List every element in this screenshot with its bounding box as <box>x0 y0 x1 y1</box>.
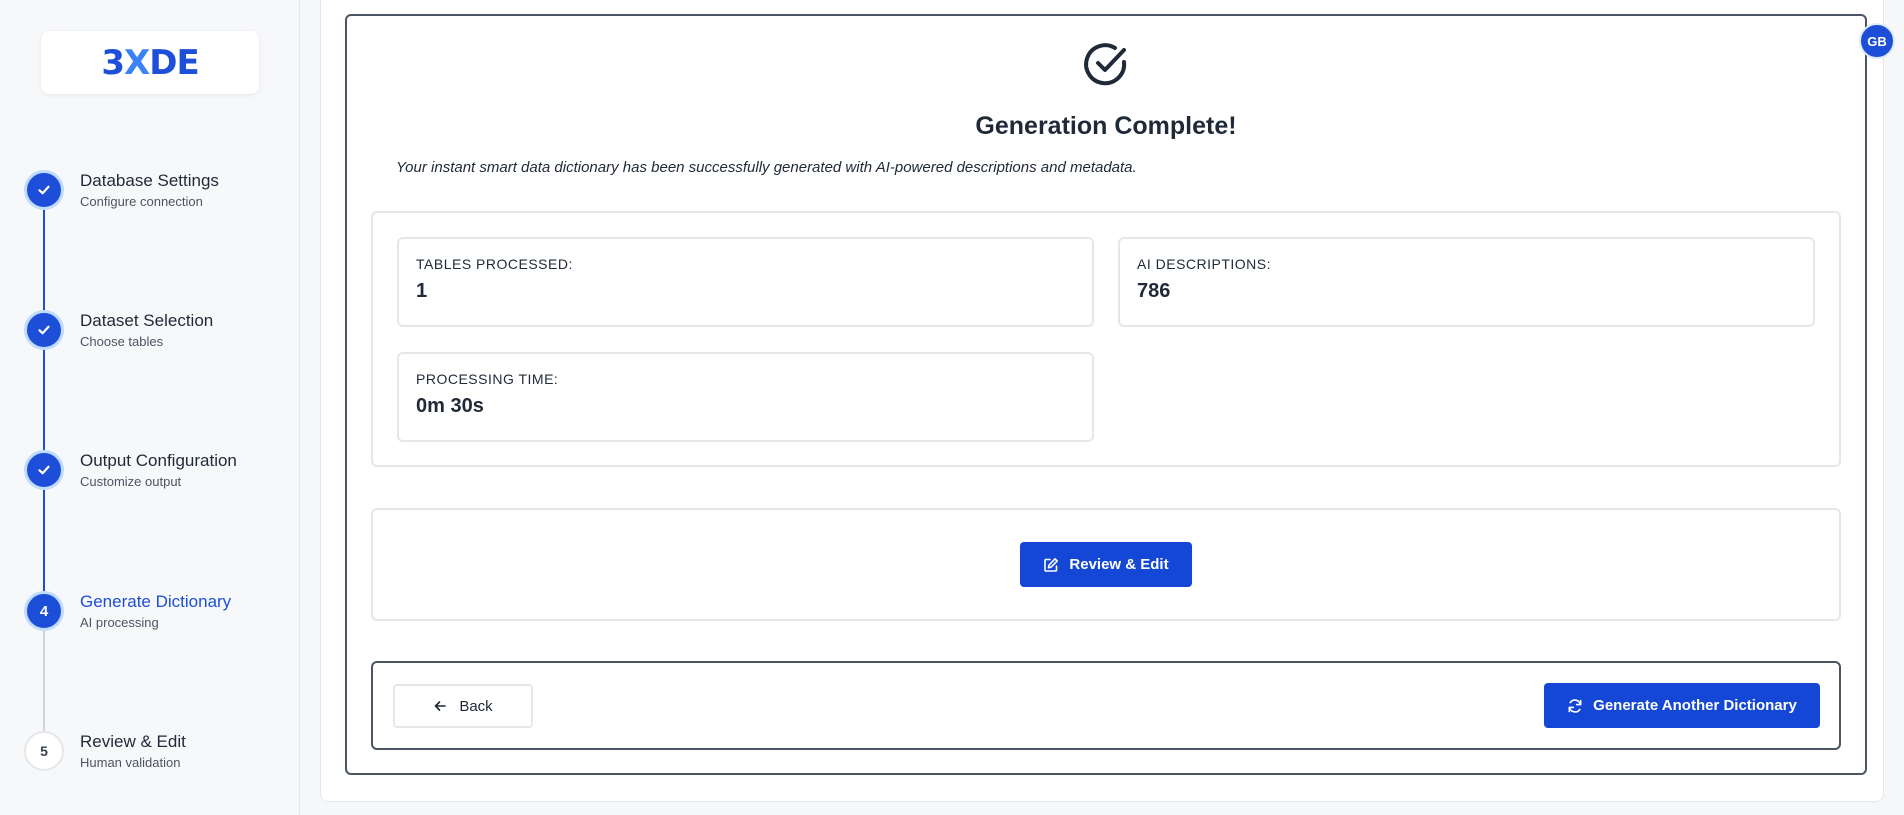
stat-tables-processed: TABLES PROCESSED: 1 <box>397 237 1094 327</box>
step-title: Review & Edit <box>80 732 186 751</box>
step-title: Database Settings <box>80 171 219 190</box>
step-title: Dataset Selection <box>80 311 214 330</box>
stat-value: 0m 30s <box>416 395 484 417</box>
stat-label: PROCESSING TIME: <box>416 371 559 387</box>
check-icon <box>38 465 50 475</box>
step-generate-dictionary[interactable]: 4 Generate Dictionary AI processing <box>24 591 294 641</box>
step-title: Output Configuration <box>80 451 237 470</box>
step-number: 5 <box>24 731 64 771</box>
step-review-edit[interactable]: 5 Review & Edit Human validation <box>24 731 294 781</box>
step-subtitle: Human validation <box>80 755 181 770</box>
stat-label: TABLES PROCESSED: <box>416 256 573 272</box>
generate-another-label: Generate Another Dictionary <box>1593 697 1797 714</box>
step-subtitle: Customize output <box>80 474 182 489</box>
step-output-configuration[interactable]: Output Configuration Customize output <box>24 450 294 500</box>
stat-value: 1 <box>416 280 428 302</box>
step-dataset-selection[interactable]: Dataset Selection Choose tables <box>24 310 294 360</box>
step-number: 4 <box>24 591 64 631</box>
stat-value: 786 <box>1137 280 1171 302</box>
stat-label: AI DESCRIPTIONS: <box>1137 256 1272 272</box>
review-edit-label: Review & Edit <box>1069 556 1169 573</box>
back-button[interactable]: Back <box>393 684 533 728</box>
step-subtitle: AI processing <box>80 615 159 630</box>
check-icon <box>38 325 50 335</box>
stat-processing-time: PROCESSING TIME: 0m 30s <box>397 352 1094 442</box>
arrow-left-icon <box>433 699 447 713</box>
step-complete-indicator <box>24 310 64 350</box>
result-message: Your instant smart data dictionary has b… <box>396 159 1137 176</box>
generate-another-button[interactable]: Generate Another Dictionary <box>1544 683 1820 728</box>
user-avatar[interactable]: GB <box>1859 23 1895 59</box>
check-icon <box>38 185 50 195</box>
step-title: Generate Dictionary <box>80 592 232 611</box>
step-subtitle: Configure connection <box>80 194 203 209</box>
back-label: Back <box>459 697 493 715</box>
review-edit-button[interactable]: Review & Edit <box>1020 542 1192 587</box>
edit-icon <box>1043 557 1059 573</box>
step-database-settings[interactable]: Database Settings Configure connection <box>24 170 294 220</box>
refresh-icon <box>1567 698 1583 714</box>
stepper: Database Settings Configure connection D… <box>0 0 300 815</box>
step-subtitle: Choose tables <box>80 334 164 349</box>
stat-ai-descriptions: AI DESCRIPTIONS: 786 <box>1118 237 1815 327</box>
page-title: Generation Complete! <box>975 112 1237 140</box>
step-complete-indicator <box>24 170 64 210</box>
step-complete-indicator <box>24 450 64 490</box>
check-circle-icon <box>1084 43 1127 86</box>
